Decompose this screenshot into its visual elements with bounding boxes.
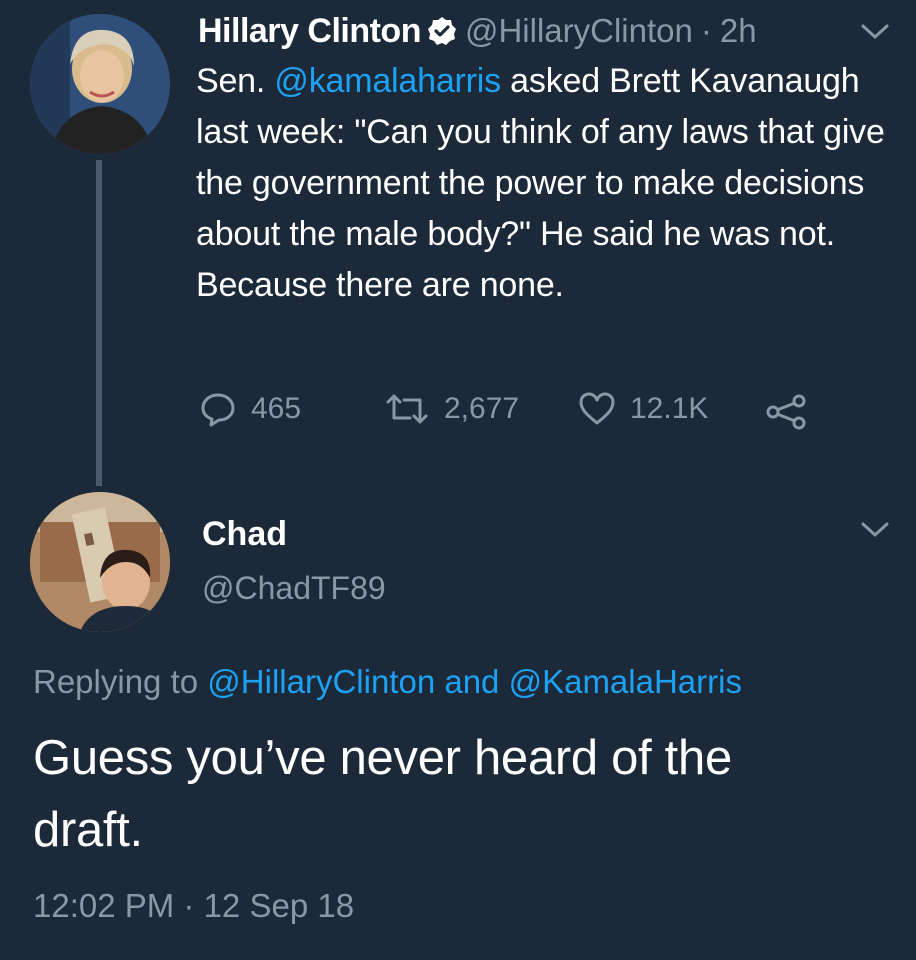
reply-button[interactable]: 465 xyxy=(199,390,301,428)
tweet1-author-name[interactable]: Hillary Clinton xyxy=(198,12,421,51)
chevron-down-icon[interactable] xyxy=(860,520,890,540)
retweet-button[interactable]: 2,677 xyxy=(384,390,519,428)
thread-connector-line xyxy=(96,160,102,486)
retweet-count: 2,677 xyxy=(444,392,520,425)
tweet2-handle[interactable]: @ChadTF89 xyxy=(202,570,386,607)
reply-count: 465 xyxy=(251,392,302,425)
retweet-icon xyxy=(386,394,428,424)
like-icon xyxy=(579,392,615,425)
verified-badge-icon xyxy=(427,16,457,46)
replying-to-kamala-link[interactable]: @KamalaHarris xyxy=(509,663,742,700)
replying-to-and: and xyxy=(444,663,500,700)
avatar-portrait-image xyxy=(30,14,170,154)
tweet1-time[interactable]: 2h xyxy=(720,12,757,50)
reply-icon xyxy=(201,393,235,427)
tweet2-author-name[interactable]: Chad xyxy=(202,515,287,554)
tweet1-text: Sen. @kamalaharris asked Brett Kavanaugh… xyxy=(196,56,901,311)
like-button[interactable]: 12.1K xyxy=(578,390,708,428)
like-count: 12.1K xyxy=(630,392,709,425)
tweet1-handle[interactable]: @HillaryClinton xyxy=(465,12,693,50)
hillary-clinton-avatar[interactable] xyxy=(30,14,170,154)
replying-to-label: Replying to xyxy=(33,663,199,700)
tweet2-text: Guess you’ve never heard of the draft. xyxy=(33,731,732,857)
avatar-selfie-image xyxy=(30,492,170,632)
tweet1-text-prefix: Sen. xyxy=(196,62,275,100)
share-icon xyxy=(766,394,806,430)
tweet2-timestamp[interactable]: 12:02 PM · 12 Sep 18 xyxy=(33,887,354,925)
chad-avatar[interactable] xyxy=(30,492,170,632)
tweet1-header: Hillary Clinton @HillaryClinton · 2h xyxy=(198,9,757,53)
replying-to-hillary-link[interactable]: @HillaryClinton xyxy=(207,663,435,700)
share-button[interactable] xyxy=(765,393,823,431)
mention-link[interactable]: @kamalaharris xyxy=(274,62,501,100)
chevron-down-icon[interactable] xyxy=(860,22,890,42)
replying-to-line: Replying to @HillaryClinton and @KamalaH… xyxy=(33,663,742,701)
tweet1-separator: · xyxy=(700,12,712,49)
